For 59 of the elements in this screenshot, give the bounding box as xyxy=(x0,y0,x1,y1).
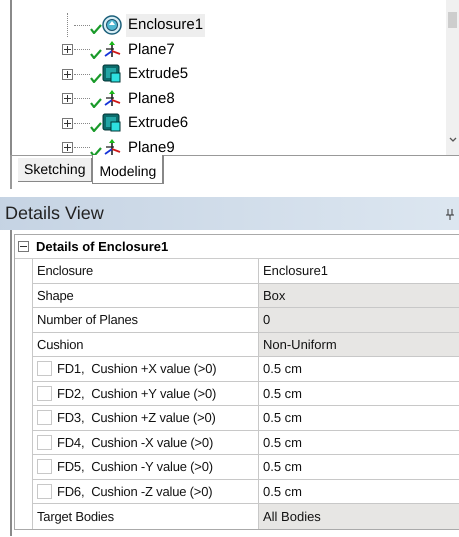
tree-item[interactable]: Extrude5 xyxy=(126,63,190,86)
plus-icon xyxy=(64,95,70,102)
collapse-toggle[interactable] xyxy=(18,241,29,252)
checkbox[interactable] xyxy=(37,459,52,474)
property-value: Non-Uniform xyxy=(259,332,459,356)
checkbox[interactable] xyxy=(37,410,52,426)
scroll-thumb[interactable] xyxy=(448,12,457,28)
tab[interactable]: Sketching xyxy=(18,158,92,182)
tree-item[interactable]: Plane9 xyxy=(126,136,177,155)
checkbox[interactable] xyxy=(37,434,52,450)
expand-toggle[interactable] xyxy=(62,44,72,56)
checkbox[interactable] xyxy=(37,484,52,499)
pin-icon[interactable] xyxy=(446,208,454,220)
tree-item[interactable]: Extrude6 xyxy=(126,112,190,134)
property-name: FD2, Cushion +Y value (>0) xyxy=(57,384,216,403)
checkbox[interactable] xyxy=(37,386,52,401)
checkmark-icon xyxy=(90,48,102,59)
expand-toggle[interactable] xyxy=(62,93,72,104)
expand-toggle[interactable] xyxy=(62,142,72,154)
property-value: Box xyxy=(259,284,459,307)
property-name: FD3, Cushion +Z value (>0) xyxy=(57,409,216,427)
plus-icon xyxy=(64,46,70,54)
axes-icon xyxy=(102,40,122,60)
property-name: Enclosure xyxy=(37,262,94,280)
plus-icon xyxy=(64,120,70,127)
property-name: FD6, Cushion -Z value (>0) xyxy=(57,482,212,501)
property-name: Target Bodies xyxy=(37,508,114,526)
checkmark-icon xyxy=(90,146,102,155)
group-title: Details of Enclosure1 xyxy=(36,238,168,256)
expand-toggle[interactable] xyxy=(62,118,72,129)
scrollbar[interactable] xyxy=(446,0,459,155)
property-name: FD1, Cushion +X value (>0) xyxy=(57,360,216,378)
axes-icon xyxy=(102,88,122,109)
extrude-icon xyxy=(102,113,122,134)
checkmark-icon xyxy=(90,98,102,108)
property-value: 0 xyxy=(259,308,459,332)
property-name: Cushion xyxy=(37,336,84,354)
plus-icon xyxy=(64,70,70,78)
tree-item[interactable]: Enclosure1 xyxy=(126,14,206,36)
expand-toggle[interactable] xyxy=(62,68,72,80)
tree-item[interactable]: Plane7 xyxy=(126,38,177,61)
property-name: FD4, Cushion -X value (>0) xyxy=(57,434,214,452)
enclosure-icon xyxy=(102,15,122,36)
property-name: Number of Planes xyxy=(37,311,138,329)
property-name: FD5, Cushion -Y value (>0) xyxy=(57,458,213,476)
property-name: Shape xyxy=(37,286,74,305)
checkmark-icon xyxy=(90,122,102,132)
scroll-down-icon[interactable] xyxy=(448,137,456,143)
property-value: All Bodies xyxy=(259,504,459,528)
checkmark-icon xyxy=(90,73,102,84)
checkbox[interactable] xyxy=(37,361,52,376)
plus-icon xyxy=(64,144,70,152)
tab[interactable]: Modeling xyxy=(92,155,164,184)
checkmark-icon xyxy=(90,24,102,34)
minus-icon xyxy=(20,243,27,250)
extrude-icon xyxy=(102,64,122,84)
panel-title: Details View xyxy=(5,202,104,225)
tree-item[interactable]: Plane8 xyxy=(126,88,177,110)
axes-icon xyxy=(102,138,122,155)
